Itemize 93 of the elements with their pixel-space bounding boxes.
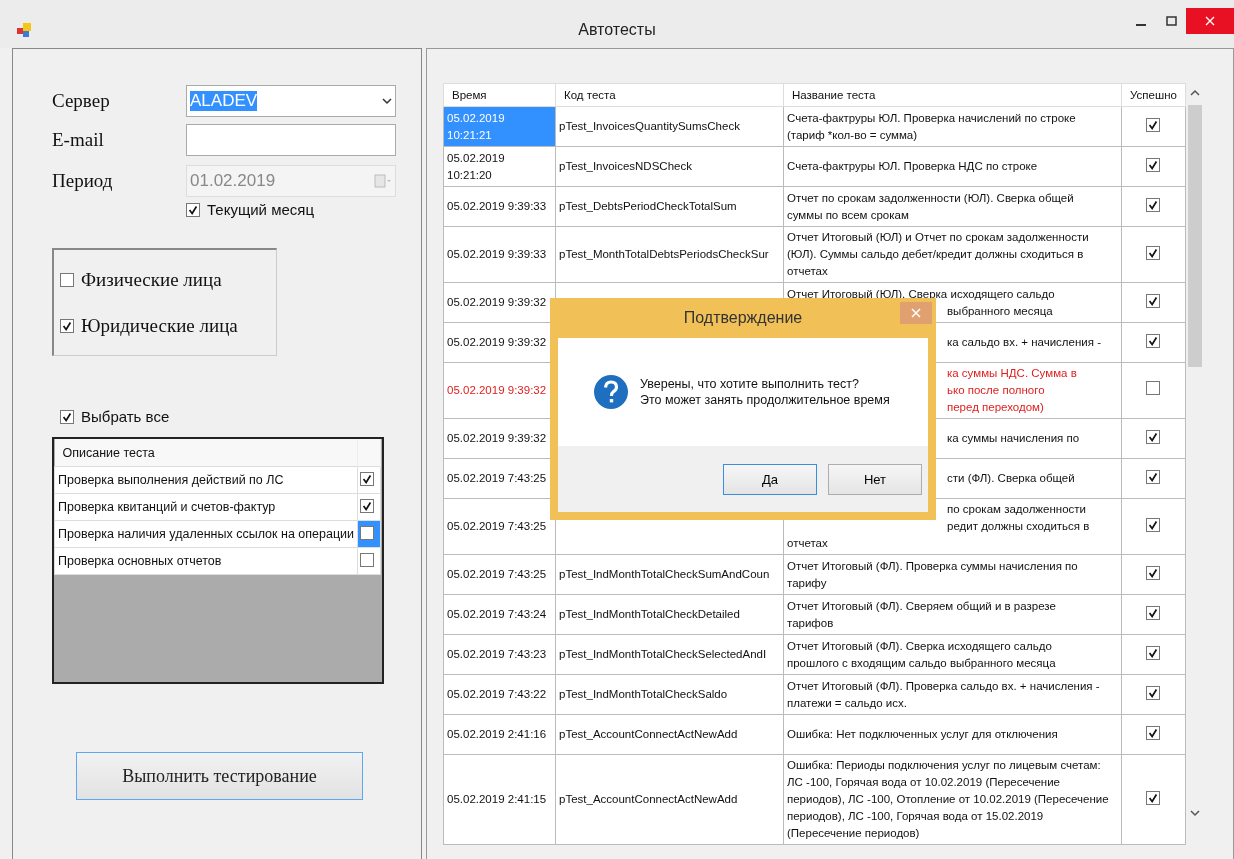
table-cell: 05.02.2019 9:39:33 bbox=[443, 186, 556, 227]
close-icon bbox=[1205, 16, 1215, 26]
column-header[interactable]: Время bbox=[443, 83, 556, 107]
table-cell: Ошибка: Периоды подключения услуг по лицевым счетам: ЛС -100, Горячая вода от 10.02.2019 (Пересечение периодов), ЛС -100, Отопление от 10.02.2019 (Пересечение периодов), ЛС -100, Горячая вода от 15.02.2019 (Пересечение периодов) bbox=[783, 754, 1122, 845]
table-cell: 05.02.2019 10:21:20 bbox=[443, 146, 556, 187]
table-cell: 05.02.2019 2:41:15 bbox=[443, 754, 556, 845]
chevron-down-icon bbox=[382, 97, 392, 105]
checkbox[interactable] bbox=[1146, 245, 1161, 260]
cell-text: ка суммы НДС. Сумма в bbox=[947, 366, 1077, 381]
run-tests-button[interactable]: Выполнить тестирование bbox=[76, 752, 363, 800]
calendar-icon bbox=[374, 174, 392, 188]
checkbox[interactable] bbox=[1146, 645, 1161, 660]
checkbox-label: Юридические лица bbox=[81, 314, 238, 337]
cell-text: редит должны сходиться в bbox=[947, 519, 1090, 534]
table-cell: pTest_IndMonthTotalCheckSelectedAndI bbox=[555, 634, 784, 675]
table-cell: Отчет Итоговый (ФЛ). Сверяем общий и в разрезе тарифов bbox=[783, 594, 1122, 635]
table-cell: pTest_DebtsPeriodCheckTotalSum bbox=[555, 186, 784, 227]
cell-text: ка сальдо вх. + начисления - bbox=[947, 335, 1101, 350]
close-icon bbox=[911, 308, 921, 318]
dialog-message: Уверены, что хотите выполнить тест? Это может занять продолжительное время bbox=[640, 376, 890, 408]
table-cell: 05.02.2019 2:41:16 bbox=[443, 714, 556, 755]
checkbox-label: Текущий месяц bbox=[207, 201, 315, 218]
email-label: E-mail bbox=[52, 129, 105, 151]
scroll-down-icon[interactable] bbox=[1189, 809, 1200, 817]
cell-text: ка суммы начисления по bbox=[947, 431, 1080, 446]
dialog-title: Подтверждение bbox=[683, 309, 803, 327]
checkbox-label: Физические лица bbox=[81, 268, 222, 291]
checkbox[interactable] bbox=[1146, 790, 1161, 805]
table-cell: 05.02.2019 7:43:25 bbox=[443, 554, 556, 595]
checkbox[interactable] bbox=[360, 472, 374, 486]
table-cell: 05.02.2019 10:21:21 bbox=[443, 106, 556, 147]
checkbox[interactable] bbox=[1146, 157, 1161, 172]
scroll-up-icon[interactable] bbox=[1189, 89, 1200, 97]
checkbox[interactable] bbox=[1146, 293, 1161, 308]
table-cell: Отчет Итоговый (ФЛ). Сверка исходящего сальдо прошлого с входящим сальдо выбранного месяца bbox=[783, 634, 1122, 675]
column-header[interactable]: Код теста bbox=[555, 83, 784, 107]
checkbox[interactable] bbox=[60, 409, 74, 424]
column-header[interactable]: Название теста bbox=[783, 83, 1122, 107]
column-header: Описание теста bbox=[54, 439, 358, 467]
checkbox[interactable] bbox=[1146, 725, 1161, 740]
question-icon bbox=[594, 375, 628, 409]
period-label: Период bbox=[52, 170, 114, 192]
table-cell: Отчет Итоговый (ФЛ). Проверка суммы начисления по тарифу bbox=[783, 554, 1122, 595]
table-cell: Счета-фактруры ЮЛ. Проверка НДС по строке bbox=[783, 146, 1122, 187]
server-label: Сервер bbox=[52, 90, 111, 112]
table-cell: Отчет Итоговый (ФЛ). Проверка сальдо вх. + начисления - платежи = сальдо исх. bbox=[783, 674, 1122, 715]
column-header[interactable]: Успешно bbox=[1121, 83, 1186, 107]
checkbox[interactable] bbox=[186, 202, 200, 217]
table-cell: Отчет по срокам задолженности (ЮЛ). Сверка общей суммы по всем срокам bbox=[783, 186, 1122, 227]
checkbox[interactable] bbox=[1146, 381, 1161, 395]
checkbox[interactable] bbox=[1146, 333, 1161, 348]
checkbox[interactable] bbox=[1146, 117, 1161, 132]
table-cell: 05.02.2019 7:43:23 bbox=[443, 634, 556, 675]
checkbox[interactable] bbox=[1146, 565, 1161, 580]
table-cell: 05.02.2019 9:39:33 bbox=[443, 226, 556, 283]
table-cell: Счета-фактруры ЮЛ. Проверка начислений по строке (тариф *кол-во = сумма) bbox=[783, 106, 1122, 147]
cell-text: отчетах bbox=[787, 536, 828, 551]
cell-text: ько после полного bbox=[947, 383, 1045, 398]
email-field[interactable] bbox=[186, 124, 396, 156]
table-cell: Ошибка: Нет подключенных услуг для отключения bbox=[783, 714, 1122, 755]
checkbox-label: Выбрать все bbox=[81, 408, 170, 425]
checkbox[interactable] bbox=[360, 552, 374, 567]
cell-text: перед переходом) bbox=[947, 400, 1044, 415]
table-cell: pTest_IndMonthTotalCheckSaldo bbox=[555, 674, 784, 715]
checkbox[interactable] bbox=[1146, 197, 1161, 212]
checkbox[interactable] bbox=[1146, 469, 1161, 484]
table-cell: pTest_IndMonthTotalCheckSumAndCoun bbox=[555, 554, 784, 595]
checkbox[interactable] bbox=[60, 318, 74, 333]
cell-text: по срокам задолженности bbox=[947, 502, 1086, 517]
table-cell: 05.02.2019 7:43:24 bbox=[443, 594, 556, 635]
table-cell: pTest_IndMonthTotalCheckDetailed bbox=[555, 594, 784, 635]
checkbox[interactable] bbox=[1146, 605, 1161, 620]
cell-text: выбранного месяца bbox=[947, 303, 1053, 319]
table-cell: pTest_InvoicesQuantitySumsCheck bbox=[555, 106, 784, 147]
window-title: Автотесты bbox=[578, 20, 656, 39]
checkbox[interactable] bbox=[1146, 429, 1161, 444]
table-cell: pTest_MonthTotalDebtsPeriodsCheckSur bbox=[555, 226, 784, 283]
dialog-button[interactable]: Нет bbox=[828, 463, 922, 495]
app-icon bbox=[16, 22, 32, 38]
checkbox[interactable] bbox=[1146, 517, 1161, 532]
checkbox[interactable] bbox=[360, 525, 374, 540]
table-cell: pTest_AccountConnectActNewAdd bbox=[555, 754, 784, 845]
table-cell: Отчет Итоговый (ЮЛ) и Отчет по срокам задолженности (ЮЛ). Суммы сальдо дебет/кредит должны сходиться в отчетах bbox=[783, 226, 1122, 283]
dialog-button[interactable]: Да bbox=[723, 463, 817, 495]
cell-text: сти (ФЛ). Сверка общей bbox=[947, 471, 1075, 486]
checkbox[interactable] bbox=[360, 499, 374, 513]
checkbox[interactable] bbox=[60, 272, 74, 287]
table-cell: pTest_InvoicesNDSCheck bbox=[555, 146, 784, 187]
maximize-icon bbox=[1165, 16, 1177, 26]
table-cell: 05.02.2019 7:43:22 bbox=[443, 674, 556, 715]
minimize-icon bbox=[1136, 24, 1146, 26]
checkbox[interactable] bbox=[1146, 685, 1161, 700]
table-cell: pTest_AccountConnectActNewAdd bbox=[555, 714, 784, 755]
